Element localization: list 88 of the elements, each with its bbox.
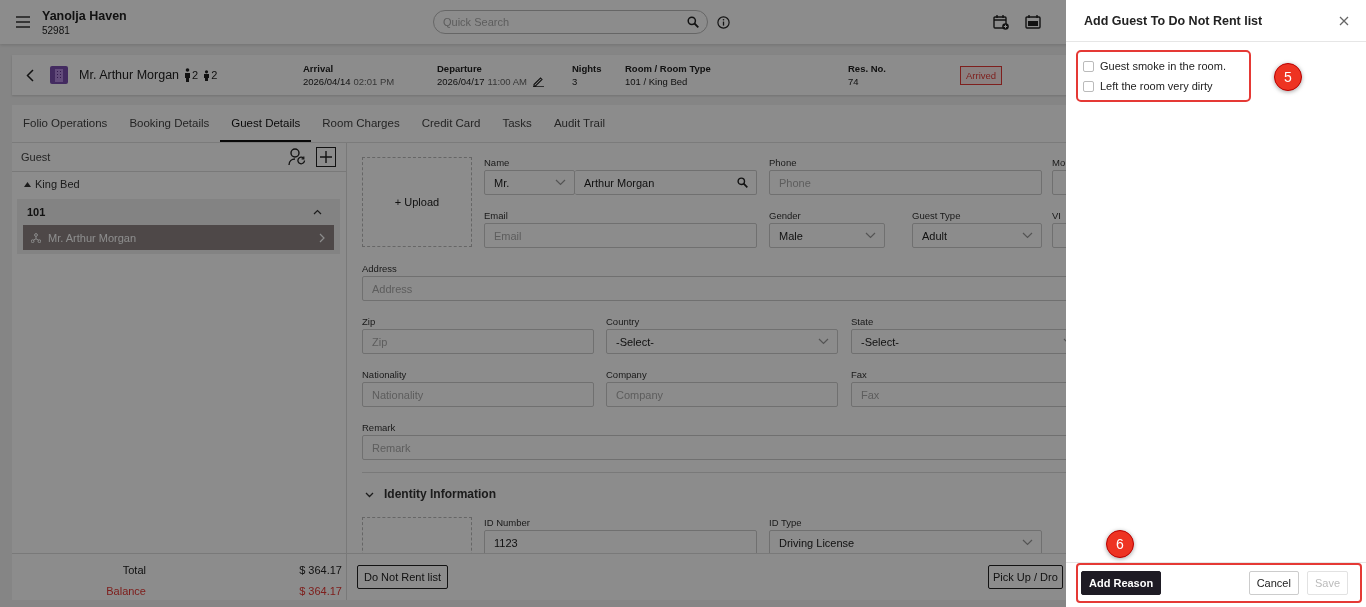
info-icon[interactable] (717, 15, 730, 29)
guest-name: Mr. Arthur Morgan (79, 68, 180, 82)
drawer-button[interactable]: Cancel (1248, 571, 1299, 595)
room-type-item[interactable]: King Bed (12, 172, 346, 196)
title-select[interactable]: Mr. (484, 170, 575, 195)
select-field[interactable]: Male (769, 223, 885, 248)
field-label: Fax (851, 369, 868, 382)
field-label: Res. No. (848, 63, 887, 74)
hotel-code: 52981 (42, 24, 71, 36)
field-label: Departure (437, 63, 483, 74)
field-value: 2026/04/17 (437, 76, 485, 87)
room-header[interactable]: 101 (17, 199, 340, 225)
field-label: State (851, 316, 875, 329)
tab[interactable]: Tasks (491, 105, 543, 142)
section-header[interactable]: Identity Information (362, 473, 1066, 517)
field-label: Arrival (303, 63, 335, 74)
adult-icon (184, 68, 192, 82)
field-value: 3 (572, 76, 578, 87)
calendar-icon[interactable] (993, 14, 1009, 30)
field-label: Zip (362, 316, 377, 329)
add-icon[interactable] (316, 147, 336, 167)
child-icon (203, 69, 211, 81)
action-button[interactable]: Do Not Rent list (357, 565, 449, 589)
edit-icon[interactable] (533, 76, 544, 87)
time-value: 11:00 AM (487, 76, 527, 87)
menu-icon[interactable] (16, 16, 30, 28)
field-label: Remark (362, 422, 397, 435)
person-refresh-icon[interactable] (288, 148, 307, 166)
tab[interactable]: Room Charges (311, 105, 411, 142)
checkbox-label: Left the room very dirty (1100, 80, 1213, 92)
action-button[interactable]: Pick Up / Dro (988, 565, 1063, 589)
guest-item[interactable]: Mr. Arthur Morgan (23, 225, 334, 250)
child-count: 2 (211, 69, 218, 81)
checkbox-label: Guest smoke in the room. (1100, 60, 1226, 72)
total-label: Total (121, 563, 146, 576)
field-label: Guest Type (912, 210, 962, 223)
field-label: Company (606, 369, 648, 382)
caret-up-icon (24, 181, 31, 187)
checkbox[interactable] (1083, 60, 1094, 72)
upload-box[interactable]: + Upload (362, 157, 472, 247)
adult-count: 2 (192, 69, 199, 81)
search-icon (737, 177, 748, 188)
tab[interactable]: Credit Card (410, 105, 492, 142)
field-label: Gender (769, 210, 802, 223)
panel-title: Guest (21, 151, 52, 163)
field-label: VI (1052, 210, 1062, 223)
select-field[interactable]: -Select- (851, 329, 1066, 354)
field-label: Nationality (362, 369, 408, 382)
back-icon[interactable] (26, 68, 34, 82)
chevron-up-icon (313, 209, 322, 215)
total-label: Balance (105, 584, 146, 597)
field-label: Phone (769, 157, 798, 170)
checkbox[interactable] (1083, 80, 1094, 92)
field-label: Mo (1052, 157, 1066, 170)
field-label: Room / Room Type (625, 63, 712, 74)
tab[interactable]: Booking Details (118, 105, 221, 142)
field-label: Email (484, 210, 509, 223)
field-label: Nights (572, 63, 603, 74)
time-value: 02:01 PM (353, 76, 395, 87)
field-label: Country (606, 316, 641, 329)
tab[interactable]: Folio Operations (12, 105, 119, 142)
tab[interactable]: Audit Trail (542, 105, 616, 142)
total-amount: $ 364.17 (298, 584, 342, 597)
hotel-icon (50, 66, 68, 84)
field-value: 2026/04/14 (303, 76, 351, 87)
field-label: Name (484, 157, 511, 170)
callout-marker: 6 (1106, 530, 1134, 558)
field-label: ID Number (484, 517, 531, 530)
search-icon (687, 16, 699, 28)
total-amount: $ 364.17 (298, 563, 342, 576)
status-badge: Arrived (960, 65, 1003, 85)
select-field[interactable]: Adult (912, 223, 1042, 248)
field-label: Address (362, 263, 398, 276)
nodes-icon (31, 232, 41, 243)
select-field[interactable]: -Select- (606, 329, 838, 354)
hotel-name: Yanolja Haven (42, 8, 128, 23)
select-field[interactable]: Driving License (769, 530, 1042, 553)
input-field[interactable]: 1123 (484, 530, 757, 553)
chevron-right-icon (319, 232, 325, 243)
field-value: 101 / King Bed (625, 76, 688, 87)
field-value: 74 (848, 76, 859, 87)
name-field[interactable]: Arthur Morgan (575, 170, 757, 195)
drawer-title: Add Guest To Do Not Rent list (1084, 13, 1264, 28)
drawer-button[interactable]: Add Reason (1081, 571, 1162, 595)
field-label: ID Type (769, 517, 803, 530)
calendar-icon[interactable] (1025, 14, 1041, 30)
callout-marker: 5 (1274, 63, 1302, 91)
close-icon[interactable] (1339, 15, 1349, 26)
